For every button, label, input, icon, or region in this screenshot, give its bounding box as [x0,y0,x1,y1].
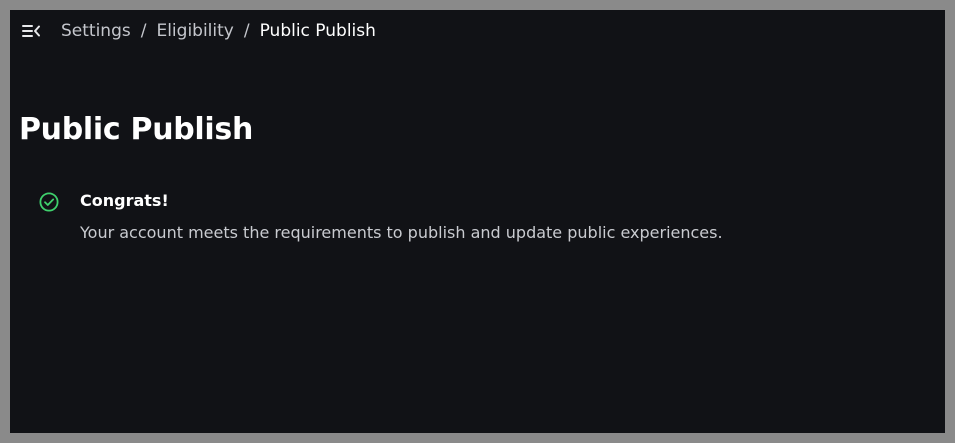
top-bar: Settings / Eligibility / Public Publish [10,10,945,52]
collapse-menu-icon[interactable] [21,23,41,39]
breadcrumb-separator: / [243,21,250,41]
breadcrumb-separator: / [140,21,147,41]
breadcrumb: Settings / Eligibility / Public Publish [61,20,376,42]
status-message: Your account meets the requirements to p… [80,223,723,242]
settings-window: Settings / Eligibility / Public Publish … [10,10,945,433]
breadcrumb-eligibility[interactable]: Eligibility [156,20,233,42]
breadcrumb-settings[interactable]: Settings [61,20,131,42]
check-circle-icon [38,191,60,213]
status-title: Congrats! [80,191,169,210]
page-title: Public Publish [19,112,254,147]
breadcrumb-current: Public Publish [259,21,376,41]
